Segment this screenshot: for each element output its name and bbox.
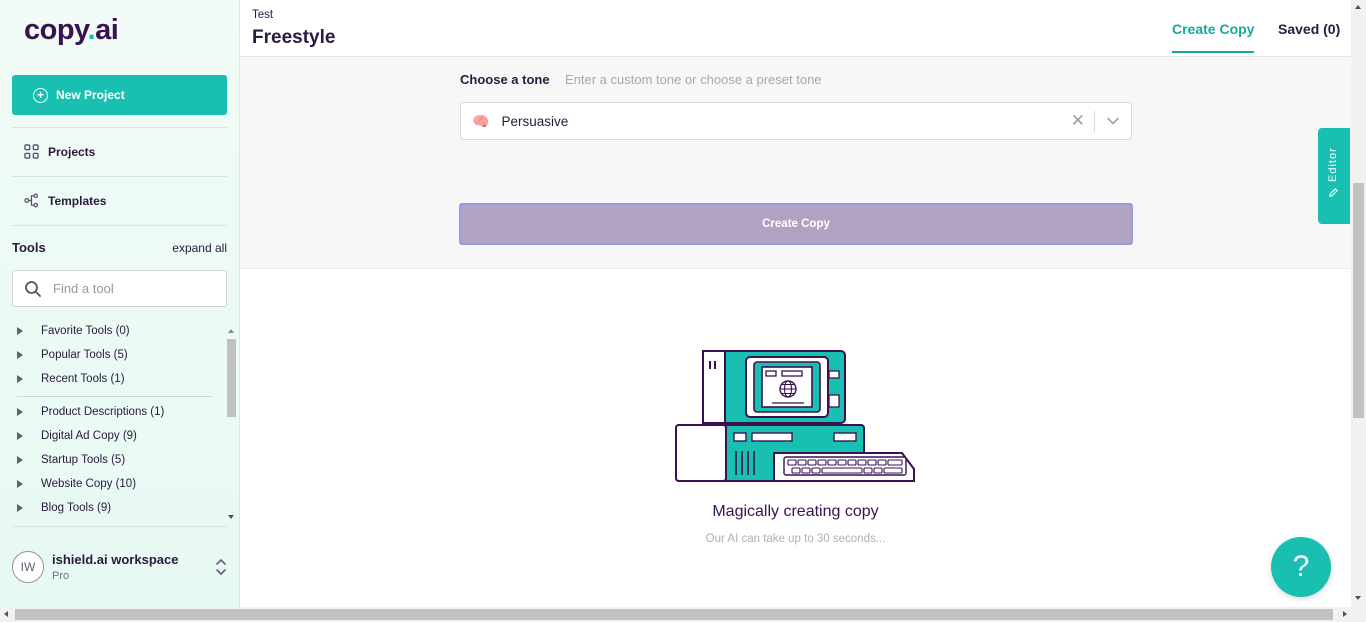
scrollbar-thumb[interactable] bbox=[227, 339, 236, 417]
retro-computer-illustration bbox=[675, 350, 915, 482]
caret-right-icon bbox=[17, 504, 23, 512]
divider bbox=[1094, 111, 1095, 132]
tool-group-website-copy[interactable]: Website Copy (10) bbox=[17, 478, 136, 490]
editor-toggle-tab[interactable]: Editor bbox=[1318, 128, 1350, 224]
tone-select[interactable]: 🧠 Persuasive ✕ bbox=[460, 102, 1132, 140]
tone-value: Persuasive bbox=[501, 113, 569, 129]
plus-circle-icon: + bbox=[33, 87, 48, 103]
sidebar-item-projects[interactable]: Projects bbox=[24, 144, 95, 159]
tool-group-digital-ad-copy[interactable]: Digital Ad Copy (9) bbox=[17, 430, 137, 442]
breadcrumb[interactable]: Test bbox=[252, 9, 273, 21]
page-vertical-scrollbar[interactable] bbox=[1351, 0, 1366, 607]
scroll-right-icon[interactable] bbox=[1343, 611, 1347, 617]
tool-group-label: Recent Tools (1) bbox=[41, 373, 125, 385]
divider bbox=[12, 225, 227, 226]
tab-saved[interactable]: Saved (0) bbox=[1278, 21, 1340, 37]
clear-icon[interactable]: ✕ bbox=[1071, 112, 1085, 129]
scrollbar-thumb[interactable] bbox=[1353, 183, 1364, 418]
new-project-button[interactable]: + New Project bbox=[12, 75, 227, 115]
sidebar-item-label: Projects bbox=[48, 144, 96, 159]
page-header: Test Freestyle Create Copy Saved (0) bbox=[240, 0, 1351, 57]
new-project-label: New Project bbox=[56, 88, 125, 102]
workspace-plan: Pro bbox=[52, 570, 70, 582]
tool-group-recent[interactable]: Recent Tools (1) bbox=[17, 373, 125, 385]
search-icon bbox=[25, 280, 41, 297]
loading-title: Magically creating copy bbox=[712, 503, 879, 520]
tool-group-label: Startup Tools (5) bbox=[41, 454, 126, 466]
divider bbox=[12, 127, 227, 128]
tool-search-box[interactable] bbox=[12, 270, 227, 307]
search-input[interactable] bbox=[53, 281, 213, 296]
caret-right-icon bbox=[17, 480, 23, 488]
brain-icon: 🧠 bbox=[472, 112, 490, 129]
avatar: IW bbox=[12, 551, 44, 583]
workspace-name: ishield.ai workspace bbox=[52, 552, 179, 567]
divider bbox=[12, 176, 227, 177]
tools-header: Tools expand all bbox=[12, 240, 227, 255]
tool-group-label: Digital Ad Copy (9) bbox=[41, 430, 137, 442]
tool-group-label: Favorite Tools (0) bbox=[41, 325, 130, 337]
tool-group-label: Website Copy (10) bbox=[41, 478, 137, 490]
tool-group-blog-tools[interactable]: Blog Tools (9) bbox=[17, 502, 111, 514]
template-tree-icon bbox=[24, 193, 39, 208]
page-horizontal-scrollbar[interactable] bbox=[0, 607, 1366, 622]
caret-right-icon bbox=[17, 327, 23, 335]
scrollbar-thumb[interactable] bbox=[15, 609, 1333, 620]
pencil-icon bbox=[1328, 188, 1338, 197]
divider bbox=[17, 396, 212, 397]
copyai-logo[interactable]: copy.ai bbox=[24, 14, 119, 47]
scroll-up-icon[interactable] bbox=[228, 329, 234, 333]
scroll-down-icon[interactable] bbox=[1355, 596, 1361, 600]
scroll-down-icon[interactable] bbox=[228, 515, 234, 519]
divider bbox=[12, 526, 227, 527]
tools-title: Tools bbox=[12, 240, 46, 255]
expand-all-link[interactable]: expand all bbox=[172, 241, 227, 255]
tool-group-favorite[interactable]: Favorite Tools (0) bbox=[17, 325, 130, 337]
tool-list-scrollbar[interactable] bbox=[226, 325, 237, 525]
tool-group-product-descriptions[interactable]: Product Descriptions (1) bbox=[17, 406, 164, 418]
tool-group-popular[interactable]: Popular Tools (5) bbox=[17, 349, 128, 361]
tool-group-label: Blog Tools (9) bbox=[41, 502, 112, 514]
tool-group-startup-tools[interactable]: Startup Tools (5) bbox=[17, 454, 125, 466]
editor-label: Editor bbox=[1327, 147, 1339, 182]
copy-form: Choose a tone Enter a custom tone or cho… bbox=[240, 57, 1351, 269]
tab-create-copy[interactable]: Create Copy bbox=[1172, 21, 1255, 53]
help-button[interactable]: ? bbox=[1271, 537, 1331, 597]
caret-right-icon bbox=[17, 375, 23, 383]
tool-list: Favorite Tools (0) Popular Tools (5) Rec… bbox=[12, 320, 225, 525]
caret-right-icon bbox=[17, 456, 23, 464]
caret-right-icon bbox=[17, 432, 23, 440]
tone-label: Choose a tone bbox=[460, 72, 550, 87]
tone-hint: Enter a custom tone or choose a preset t… bbox=[565, 72, 822, 87]
tool-group-label: Product Descriptions (1) bbox=[41, 406, 165, 418]
scroll-left-icon[interactable] bbox=[4, 611, 8, 617]
caret-right-icon bbox=[17, 351, 23, 359]
page-title: Freestyle bbox=[252, 27, 336, 48]
sidebar-item-templates[interactable]: Templates bbox=[24, 193, 106, 208]
create-copy-button[interactable]: Create Copy bbox=[459, 203, 1133, 245]
scroll-up-icon[interactable] bbox=[1355, 5, 1361, 9]
tool-group-label: Popular Tools (5) bbox=[41, 349, 128, 361]
workspace-switcher[interactable]: IW ishield.ai workspace Pro bbox=[12, 550, 227, 584]
chevron-down-icon[interactable] bbox=[1106, 114, 1120, 128]
chevron-up-down-icon[interactable] bbox=[215, 558, 227, 576]
grid-icon bbox=[24, 144, 39, 159]
loading-subtitle: Our AI can take up to 30 seconds... bbox=[705, 533, 886, 545]
main-content: Choose a tone Enter a custom tone or cho… bbox=[240, 57, 1351, 607]
sidebar: copy.ai + New Project Projects Templates… bbox=[0, 0, 240, 607]
caret-right-icon bbox=[17, 408, 23, 416]
sidebar-item-label: Templates bbox=[48, 193, 107, 208]
